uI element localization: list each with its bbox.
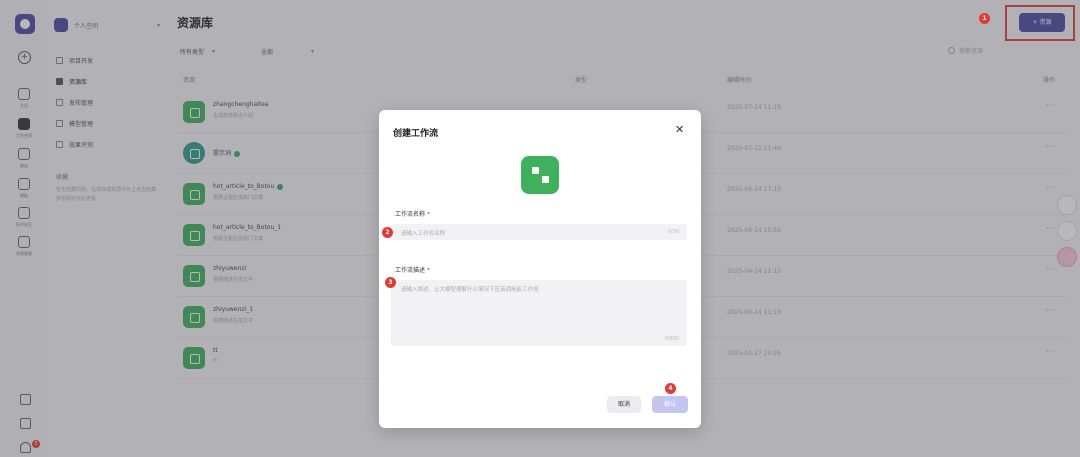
step-marker-1: 1 bbox=[979, 13, 990, 24]
create-workflow-dialog: 创建工作流 ✕ 工作流名称 * 请输入工作流名称 0/30 工作流描述 * 请输入描… bbox=[379, 110, 701, 428]
workflow-name-label: 工作流名称 * bbox=[395, 211, 431, 218]
name-char-counter: 0/30 bbox=[667, 229, 679, 235]
step-marker-3: 3 bbox=[385, 277, 396, 288]
workflow-name-input[interactable]: 请输入工作流名称 0/30 bbox=[391, 224, 687, 240]
workflow-desc-label: 工作流描述 * bbox=[395, 267, 431, 274]
workflow-icon bbox=[521, 156, 559, 194]
step-marker-4: 4 bbox=[665, 383, 676, 394]
workflow-description-textarea[interactable]: 请输入描述，让大模型理解什么情况下应该调用此工作流 0/600 bbox=[391, 280, 687, 346]
dialog-title: 创建工作流 bbox=[393, 129, 439, 139]
confirm-button[interactable]: 确认 bbox=[652, 396, 688, 413]
desc-char-counter: 0/600 bbox=[664, 336, 679, 342]
close-icon[interactable]: ✕ bbox=[675, 123, 684, 136]
step-marker-2: 2 bbox=[382, 227, 393, 238]
cancel-button[interactable]: 取消 bbox=[607, 396, 641, 413]
